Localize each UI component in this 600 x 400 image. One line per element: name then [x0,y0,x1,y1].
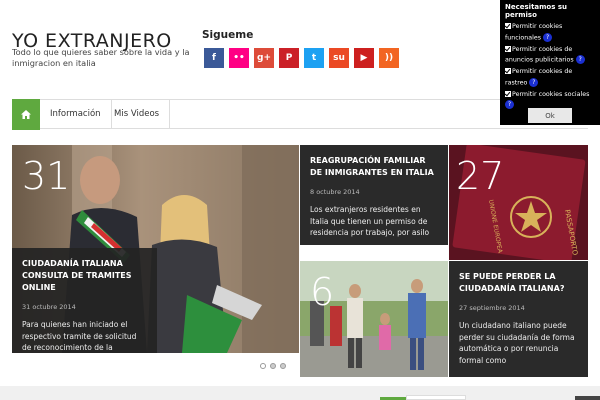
checkbox[interactable] [505,90,511,97]
footer-tab [406,395,466,400]
slider-dot[interactable] [270,363,276,369]
home-icon [21,110,31,119]
slide-excerpt: Un ciudadano italiano puede perder su ci… [459,321,575,365]
footer-dark-tab [575,396,600,400]
slide-title[interactable]: CIUDADANÍA ITALIANA CONSULTA DE TRAMITES… [22,258,147,294]
slide-title[interactable]: REAGRUPACIÓN FAMILIAR DE INMIGRANTES EN … [310,155,438,179]
cookie-option-functional[interactable]: Permitir cookies funcionales ? [505,22,595,44]
nav-home-button[interactable] [12,99,40,130]
cookie-option-label: Permitir cookies sociales [512,90,590,98]
slide-card-reagrupacion[interactable]: REAGRUPACIÓN FAMILIAR DE INMIGRANTES EN … [300,145,448,245]
slide-day-number: 27 [456,154,505,198]
stumbleupon-icon[interactable]: su [329,48,349,68]
help-icon[interactable]: ? [575,55,585,64]
slider-dot[interactable] [280,363,286,369]
cookie-title: Necesitamos su permiso [505,3,567,19]
help-icon[interactable]: ? [505,100,514,109]
rss-icon[interactable]: )) [379,48,399,68]
slide-excerpt: Los extranjeros residentes en Italia que… [310,205,430,237]
slider-pagination [260,363,286,369]
youtube-icon[interactable]: ▶ [354,48,374,68]
google-plus-icon[interactable]: g+ [254,48,274,68]
slide-title[interactable]: SE PUEDE PERDER LA CIUDADANÍA ITALIANA? [459,271,578,295]
slide-date: 27 septiembre 2014 [459,304,525,312]
slide-card-ciudadania[interactable]: CIUDADANÍA ITALIANA CONSULTA DE TRAMITES… [12,248,157,353]
slide-date: 31 octubre 2014 [22,303,76,311]
featured-slider: 31 CIUDADANÍA ITALIANA CONSULTA DE TRAMI… [12,145,588,377]
flickr-icon[interactable]: •• [229,48,249,68]
slide-card-perder-ciudadania[interactable]: SE PUEDE PERDER LA CIUDADANÍA ITALIANA? … [449,261,588,377]
cookie-option-label: Permitir cookies funcionales [505,23,563,41]
cookie-option-tracking[interactable]: Permitir cookies de rastreo ? [505,67,595,89]
checkbox[interactable] [505,45,511,52]
follow-title: Sigueme [202,29,254,41]
cookie-option-label: Permitir cookies de anuncios publicitari… [505,45,574,64]
cookie-option-ads[interactable]: Permitir cookies de anuncios publicitari… [505,45,595,67]
twitter-icon[interactable]: t [304,48,324,68]
slide-day-number: 31 [22,154,71,198]
site-description: Todo lo que quieres saber sobre la vida … [12,47,190,68]
cookie-ok-button[interactable]: Ok [528,108,572,123]
slide-day-number: 6 [310,270,335,314]
nav-item-informacion[interactable]: Información [40,100,112,128]
social-icons: f •• g+ P t su ▶ )) [204,48,399,68]
facebook-icon[interactable]: f [204,48,224,68]
slider-dot[interactable] [260,363,266,369]
checkbox[interactable] [505,68,511,74]
cookie-consent-panel: Necesitamos su permiso Permitir cookies … [500,0,600,125]
cookie-option-label: Permitir cookies de rastreo [505,68,573,86]
slide-excerpt: Para quienes han iniciado el respectivo … [22,320,137,352]
nav-item-mis-videos[interactable]: Mis Videos [104,100,171,128]
slide-date: 8 octubre 2014 [310,188,360,196]
footer-strip [0,386,600,400]
help-icon[interactable]: ? [529,77,539,87]
checkbox[interactable] [505,23,511,29]
pinterest-icon[interactable]: P [279,48,299,68]
help-icon[interactable]: ? [543,32,553,42]
